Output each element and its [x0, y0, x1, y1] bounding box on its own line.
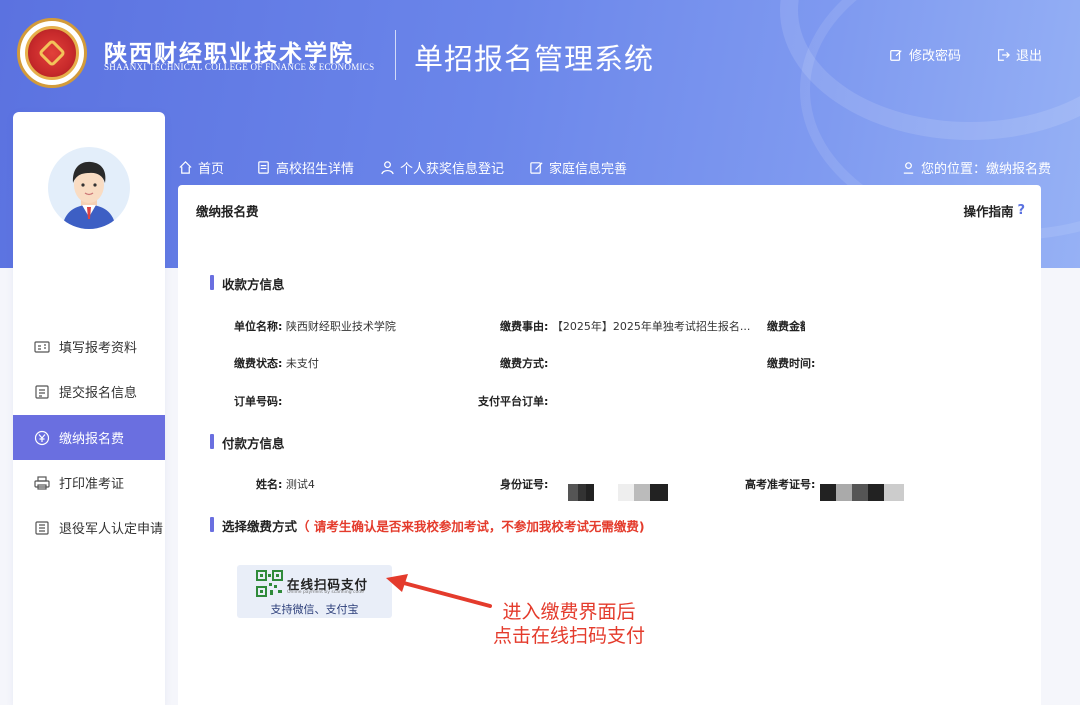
- unit-label: 单位名称:: [234, 320, 283, 333]
- location-text: 您的位置：缴纳报名费: [921, 162, 1052, 177]
- payer-exam-number: 高考准考证号:: [745, 476, 815, 492]
- sidebar-item-label: 提交报名信息: [59, 386, 138, 401]
- logout-label: 退出: [1016, 49, 1043, 64]
- payee-unit: 单位名称: 陕西财经职业技术学院: [234, 318, 396, 334]
- page-title: 缴纳报名费: [196, 204, 259, 219]
- id-card-icon: [34, 340, 50, 353]
- exam-number-redacted: [820, 484, 904, 501]
- sidebar-item-submit-info[interactable]: 提交报名信息: [13, 369, 165, 414]
- pay-button-subtitle: Online payment by scanning code: [287, 590, 364, 595]
- user-icon: [381, 161, 394, 175]
- edit-icon: [890, 49, 902, 61]
- nav-home[interactable]: 首页: [178, 158, 224, 177]
- yen-icon: [34, 430, 50, 445]
- payee-section-title: 收款方信息: [210, 274, 285, 293]
- method-section-title: 选择缴费方式（ 请考生确认是否来我校参加考试，不参加我校考试无需缴费): [210, 516, 645, 535]
- payer-id: 身份证号:: [500, 476, 548, 492]
- operation-guide-link[interactable]: 操作指南 ?: [963, 201, 1025, 220]
- name-value: 测试4: [285, 478, 315, 491]
- time-label: 缴费时间:: [767, 357, 816, 370]
- header-divider: [395, 30, 396, 80]
- payment-method: 缴费方式:: [500, 355, 548, 371]
- home-icon: [179, 161, 192, 174]
- nav-awards-label: 个人获奖信息登记: [400, 162, 505, 177]
- sidebar-item-print-ticket[interactable]: 打印准考证: [13, 460, 165, 505]
- reason-label: 缴费事由:: [500, 320, 549, 333]
- sidebar-item-fill-application[interactable]: 填写报考资料: [13, 324, 165, 369]
- platform-order-label: 支付平台订单:: [478, 395, 549, 408]
- status-value: 未支付: [285, 357, 319, 370]
- id-number-redacted: [568, 484, 668, 501]
- help-icon: ?: [1017, 203, 1025, 218]
- method-section-label: 选择缴费方式: [222, 519, 298, 534]
- school-logo: [17, 18, 87, 88]
- edit-icon: [530, 162, 543, 174]
- nav-admission-details-label: 高校招生详情: [276, 162, 355, 177]
- nav-family-info[interactable]: 家庭信息完善: [529, 158, 627, 177]
- sidebar-item-label: 退役军人认定申请: [59, 522, 164, 537]
- logout-button[interactable]: 退出: [996, 45, 1042, 64]
- location-icon: [903, 162, 914, 174]
- change-password-button[interactable]: 修改密码: [889, 45, 961, 64]
- nav-family-info-label: 家庭信息完善: [549, 162, 628, 177]
- method-label: 缴费方式:: [500, 357, 549, 370]
- annotation-arrow-icon: [386, 574, 492, 608]
- system-title: 单招报名管理系统: [414, 42, 655, 76]
- annotation-text: 进入缴费界面后 点击在线扫码支付: [493, 600, 645, 648]
- online-scan-pay-button[interactable]: 在线扫码支付 Online payment by scanning code 支…: [237, 565, 392, 618]
- school-name-en: SHAANXI TECHNICAL COLLEGE OF FINANCE & E…: [104, 62, 375, 72]
- sidebar: 填写报考资料 提交报名信息 缴纳报名费 打印准考证 退役军人认定申请: [13, 112, 165, 705]
- logout-icon: [998, 48, 1010, 61]
- annotation-line-2: 点击在线扫码支付: [493, 625, 646, 647]
- qr-code-icon: [256, 570, 283, 597]
- annotation-line-1: 进入缴费界面后: [502, 601, 636, 623]
- sidebar-item-label: 缴纳报名费: [59, 432, 125, 447]
- avatar: [48, 147, 130, 229]
- payer-section-title: 付款方信息: [210, 433, 285, 452]
- id-label: 身份证号:: [500, 478, 549, 491]
- location-breadcrumb: 您的位置：缴纳报名费: [901, 158, 1051, 177]
- payment-status: 缴费状态: 未支付: [234, 355, 319, 371]
- pay-button-support: 支持微信、支付宝: [270, 603, 359, 616]
- method-warning: （ 请考生确认是否来我校参加考试，不参加我校考试无需缴费): [297, 519, 645, 534]
- form-icon: [35, 384, 49, 399]
- payee-reason: 缴费事由: 【2025年】2025年单独考试招生报名...: [500, 318, 750, 334]
- exam-no-label: 高考准考证号:: [745, 478, 816, 491]
- document-icon: [258, 161, 269, 174]
- nav-admission-details[interactable]: 高校招生详情: [256, 158, 354, 177]
- sidebar-item-label: 打印准考证: [59, 477, 125, 492]
- payer-name: 姓名: 测试4: [256, 476, 315, 492]
- change-password-label: 修改密码: [909, 49, 962, 64]
- order-label: 订单号码:: [234, 395, 283, 408]
- sidebar-item-label: 填写报考资料: [59, 341, 138, 356]
- platform-order: 支付平台订单:: [478, 393, 548, 409]
- order-number: 订单号码:: [234, 393, 282, 409]
- list-icon: [35, 520, 49, 535]
- printer-icon: [34, 475, 50, 490]
- nav-awards[interactable]: 个人获奖信息登记: [380, 158, 504, 177]
- reason-value: 【2025年】2025年单独考试招生报名...: [551, 320, 751, 333]
- avatar-icon: [62, 161, 116, 229]
- payee-amount: 缴费金额: [767, 318, 805, 334]
- amount-label: 缴费金额: [767, 320, 805, 333]
- sidebar-item-veteran[interactable]: 退役军人认定申请: [13, 505, 165, 550]
- unit-value: 陕西财经职业技术学院: [285, 320, 396, 333]
- payment-time: 缴费时间:: [767, 355, 815, 371]
- guide-label: 操作指南: [963, 204, 1014, 219]
- sidebar-item-pay-fee[interactable]: 缴纳报名费: [13, 415, 165, 460]
- status-label: 缴费状态:: [234, 357, 283, 370]
- nav-home-label: 首页: [198, 162, 225, 177]
- name-label: 姓名:: [256, 478, 283, 491]
